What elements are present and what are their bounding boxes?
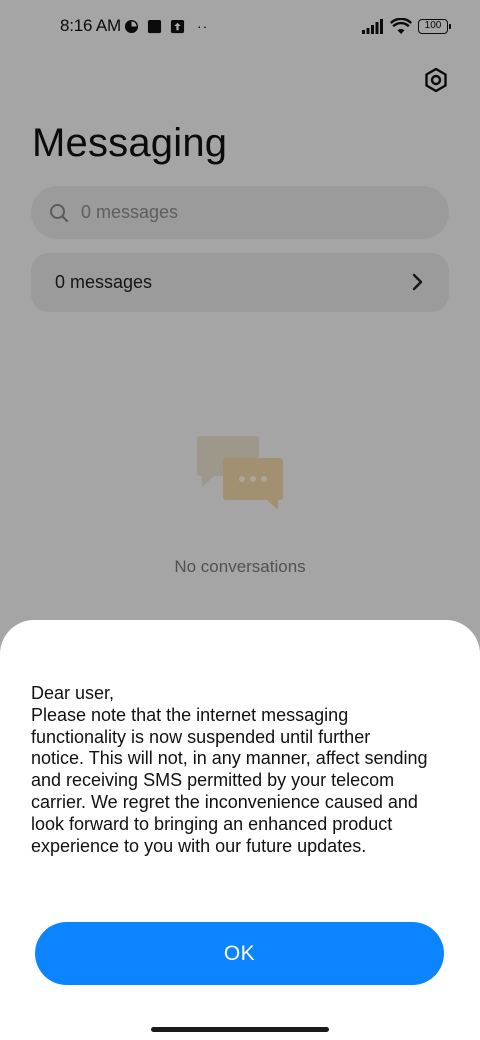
dialog-line: carrier. We regret the inconvenience cau… <box>31 791 418 812</box>
dialog-line: experience to you with our future update… <box>31 835 367 856</box>
home-indicator[interactable] <box>151 1027 329 1032</box>
dialog-line: notice. This will not, in any manner, af… <box>31 748 428 769</box>
dialog-line: Dear user, <box>31 683 115 703</box>
dialog-line: Please note that the internet messaging <box>31 704 349 725</box>
ok-button[interactable]: OK <box>35 922 444 985</box>
dialog-message: Dear user, Please note that the internet… <box>31 683 461 857</box>
dialog-line: and receiving SMS permitted by your tele… <box>31 770 395 791</box>
dialog-line: look forward to bringing an enhanced pro… <box>31 813 393 834</box>
notice-dialog: Dear user, Please note that the internet… <box>0 620 480 1040</box>
dialog-line: functionality is now suspended until fur… <box>31 726 371 747</box>
